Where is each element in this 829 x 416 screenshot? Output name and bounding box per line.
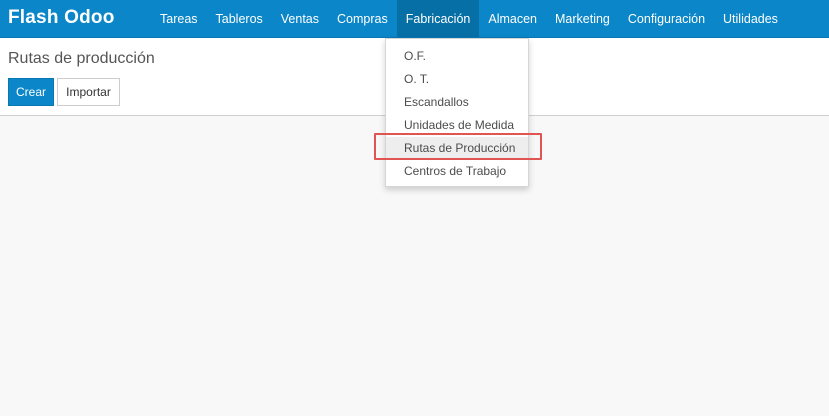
menu-item-tableros[interactable]: Tableros — [207, 0, 272, 37]
menu-item-ventas[interactable]: Ventas — [272, 0, 328, 37]
app-brand[interactable]: Flash Odoo — [8, 7, 115, 29]
menu-item-compras[interactable]: Compras — [328, 0, 397, 37]
main-menu: Tareas Tableros Ventas Compras Fabricaci… — [151, 0, 787, 37]
menu-item-marketing[interactable]: Marketing — [546, 0, 619, 37]
import-button[interactable]: Importar — [57, 78, 120, 106]
top-navbar: Flash Odoo Tareas Tableros Ventas Compra… — [0, 0, 829, 38]
dropdown-item-of[interactable]: O.F. — [386, 45, 528, 68]
fabricacion-dropdown-menu: O.F. O. T. Escandallos Unidades de Medid… — [385, 38, 529, 187]
menu-item-fabricacion[interactable]: Fabricación — [396, 0, 480, 37]
menu-item-configuracion[interactable]: Configuración — [619, 0, 714, 37]
page-title: Rutas de producción — [8, 50, 155, 67]
dropdown-item-centros-de-trabajo[interactable]: Centros de Trabajo — [386, 160, 528, 183]
dropdown-item-unidades-de-medida[interactable]: Unidades de Medida — [386, 114, 528, 137]
create-button[interactable]: Crear — [8, 78, 54, 106]
menu-item-utilidades[interactable]: Utilidades — [714, 0, 787, 37]
dropdown-item-rutas-de-produccion[interactable]: Rutas de Producción — [386, 137, 528, 160]
menu-item-tareas[interactable]: Tareas — [151, 0, 207, 37]
menu-item-almacen[interactable]: Almacen — [479, 0, 546, 37]
dropdown-item-escandallos[interactable]: Escandallos — [386, 91, 528, 114]
dropdown-item-ot[interactable]: O. T. — [386, 68, 528, 91]
